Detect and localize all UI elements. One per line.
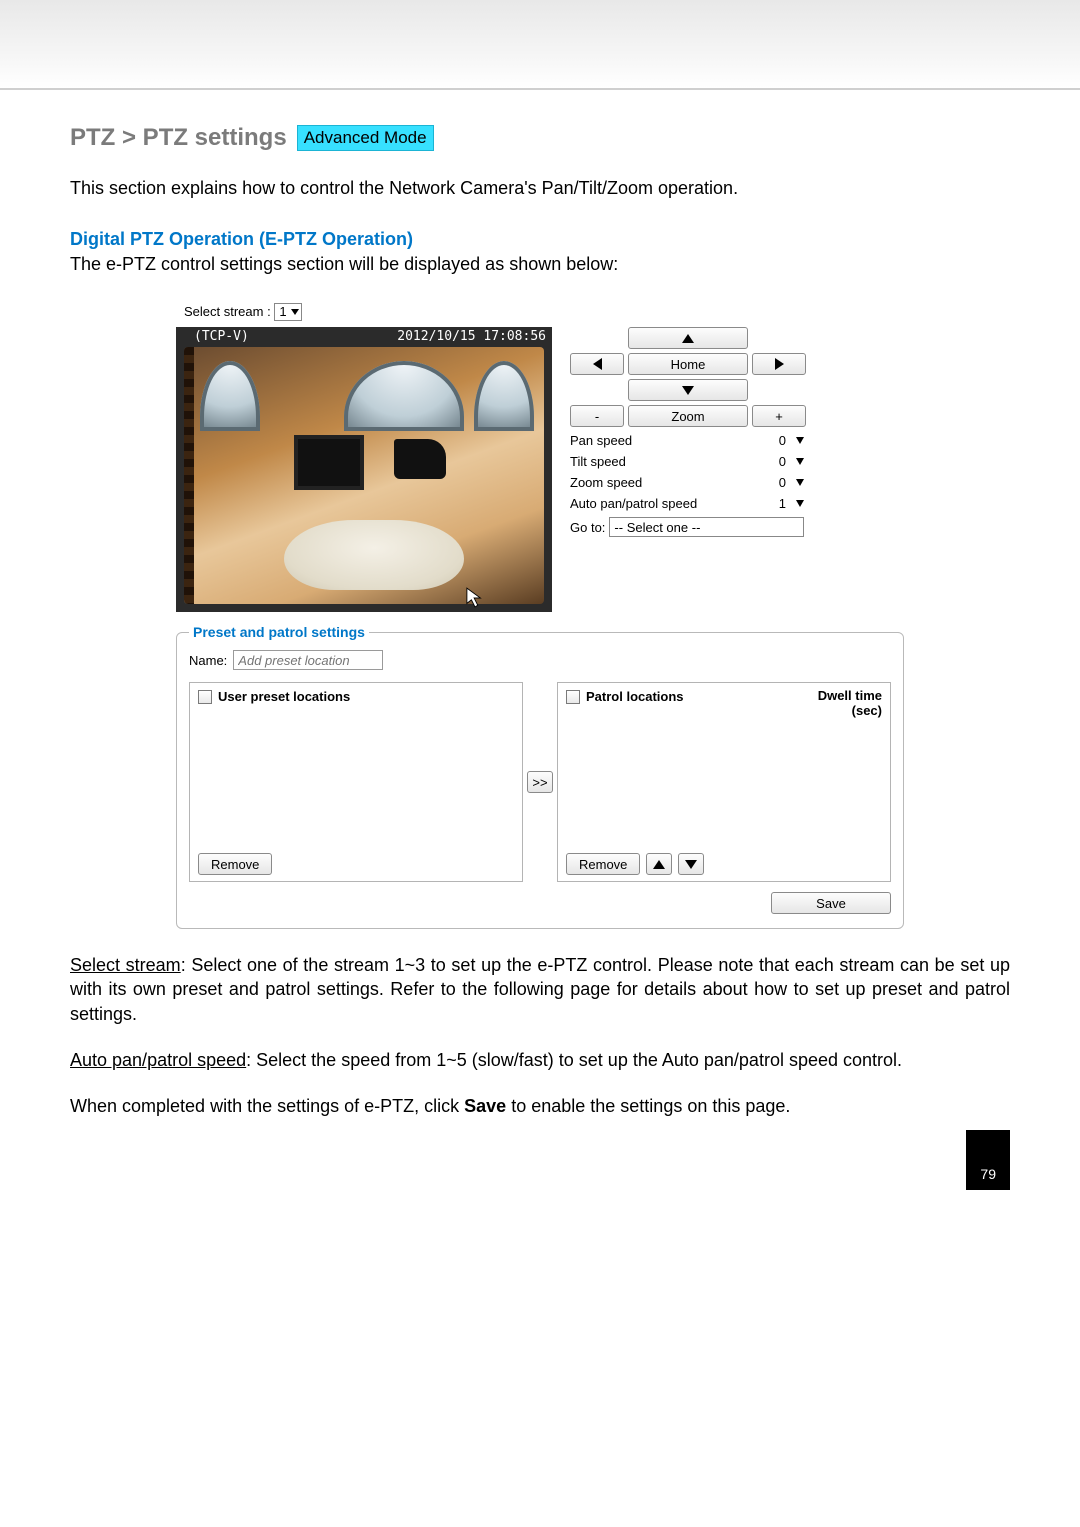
preset-patrol-fieldset: Preset and patrol settings Name: User pr… bbox=[176, 624, 904, 929]
patrol-header: Patrol locations bbox=[586, 689, 684, 704]
tilt-speed-value: 0 bbox=[772, 454, 786, 469]
pan-speed-select[interactable]: 0 bbox=[772, 433, 804, 448]
pan-left-button[interactable] bbox=[570, 353, 624, 375]
chevron-down-icon bbox=[796, 458, 804, 465]
remove-patrol-button[interactable]: Remove bbox=[566, 853, 640, 875]
triangle-left-icon bbox=[593, 358, 602, 370]
auto-pan-patrol-speed-value: 1 bbox=[772, 496, 786, 511]
remove-preset-button[interactable]: Remove bbox=[198, 853, 272, 875]
goto-label: Go to: bbox=[570, 520, 605, 535]
paragraph-select-stream: Select stream: Select one of the stream … bbox=[70, 953, 1010, 1026]
select-stream-label: Select stream : bbox=[184, 304, 271, 319]
auto-pan-patrol-speed-select[interactable]: 1 bbox=[772, 496, 804, 511]
preset-patrol-legend: Preset and patrol settings bbox=[189, 624, 369, 640]
dwell-time-header-2: (sec) bbox=[852, 703, 882, 718]
cursor-icon bbox=[466, 587, 484, 612]
chevron-down-icon bbox=[796, 500, 804, 507]
move-to-patrol-button[interactable]: >> bbox=[527, 771, 553, 793]
triangle-up-icon bbox=[653, 860, 665, 869]
user-preset-header: User preset locations bbox=[218, 689, 350, 704]
breadcrumb: PTZ > PTZ settings bbox=[70, 124, 287, 152]
triangle-right-icon bbox=[775, 358, 784, 370]
page-number: 79 bbox=[966, 1130, 1010, 1190]
video-overlay-timestamp: 2012/10/15 17:08:56 bbox=[397, 329, 546, 344]
pan-speed-label: Pan speed bbox=[570, 433, 632, 448]
tilt-down-button[interactable] bbox=[628, 379, 748, 401]
chevron-down-icon bbox=[796, 437, 804, 444]
auto-pan-patrol-speed-label: Auto pan/patrol speed bbox=[570, 496, 697, 511]
tilt-up-button[interactable] bbox=[628, 327, 748, 349]
user-preset-checkbox[interactable] bbox=[198, 690, 212, 704]
zoom-in-button[interactable]: + bbox=[752, 405, 806, 427]
video-frame-image bbox=[184, 347, 544, 604]
tilt-speed-select[interactable]: 0 bbox=[772, 454, 804, 469]
zoom-speed-select[interactable]: 0 bbox=[772, 475, 804, 490]
chevron-down-icon bbox=[291, 309, 299, 315]
advanced-mode-badge: Advanced Mode bbox=[297, 125, 434, 151]
intro-text: This section explains how to control the… bbox=[70, 178, 1010, 199]
preset-name-input[interactable] bbox=[233, 650, 383, 670]
video-overlay-protocol: (TCP-V) bbox=[194, 329, 249, 344]
triangle-down-icon bbox=[685, 860, 697, 869]
video-preview[interactable]: (TCP-V) 2012/10/15 17:08:56 bbox=[176, 327, 552, 612]
eptz-settings-panel: Select stream : 1 (TCP-V) 2012/10/15 17:… bbox=[176, 303, 904, 929]
zoom-speed-label: Zoom speed bbox=[570, 475, 642, 490]
paragraph-save-note: When completed with the settings of e-PT… bbox=[70, 1094, 1010, 1118]
triangle-up-icon bbox=[682, 334, 694, 343]
preset-name-label: Name: bbox=[189, 653, 227, 668]
page-header-bar bbox=[0, 0, 1080, 90]
patrol-checkbox[interactable] bbox=[566, 690, 580, 704]
home-button[interactable]: Home bbox=[628, 353, 748, 375]
pan-speed-value: 0 bbox=[772, 433, 786, 448]
chevron-down-icon bbox=[796, 479, 804, 486]
patrol-move-up-button[interactable] bbox=[646, 853, 672, 875]
pan-right-button[interactable] bbox=[752, 353, 806, 375]
triangle-down-icon bbox=[682, 386, 694, 395]
goto-value: -- Select one -- bbox=[614, 520, 700, 535]
paragraph-auto-pan-speed: Auto pan/patrol speed: Select the speed … bbox=[70, 1048, 1010, 1072]
select-stream-value: 1 bbox=[279, 304, 286, 319]
save-button[interactable]: Save bbox=[771, 892, 891, 914]
patrol-move-down-button[interactable] bbox=[678, 853, 704, 875]
section-heading: Digital PTZ Operation (E-PTZ Operation) bbox=[70, 229, 1010, 250]
ptz-controls: Home - Zoom + Pan speed 0 bbox=[570, 327, 804, 537]
zoom-label: Zoom bbox=[628, 405, 748, 427]
tilt-speed-label: Tilt speed bbox=[570, 454, 626, 469]
goto-select[interactable]: -- Select one -- bbox=[609, 517, 804, 537]
patrol-locations-list[interactable]: Patrol locations Dwell time (sec) Remove bbox=[557, 682, 891, 882]
zoom-out-button[interactable]: - bbox=[570, 405, 624, 427]
user-preset-locations-list[interactable]: User preset locations Remove bbox=[189, 682, 523, 882]
section-desc: The e-PTZ control settings section will … bbox=[70, 254, 1010, 275]
select-stream-dropdown[interactable]: 1 bbox=[274, 303, 301, 321]
dwell-time-header-1: Dwell time bbox=[818, 688, 882, 703]
zoom-speed-value: 0 bbox=[772, 475, 786, 490]
